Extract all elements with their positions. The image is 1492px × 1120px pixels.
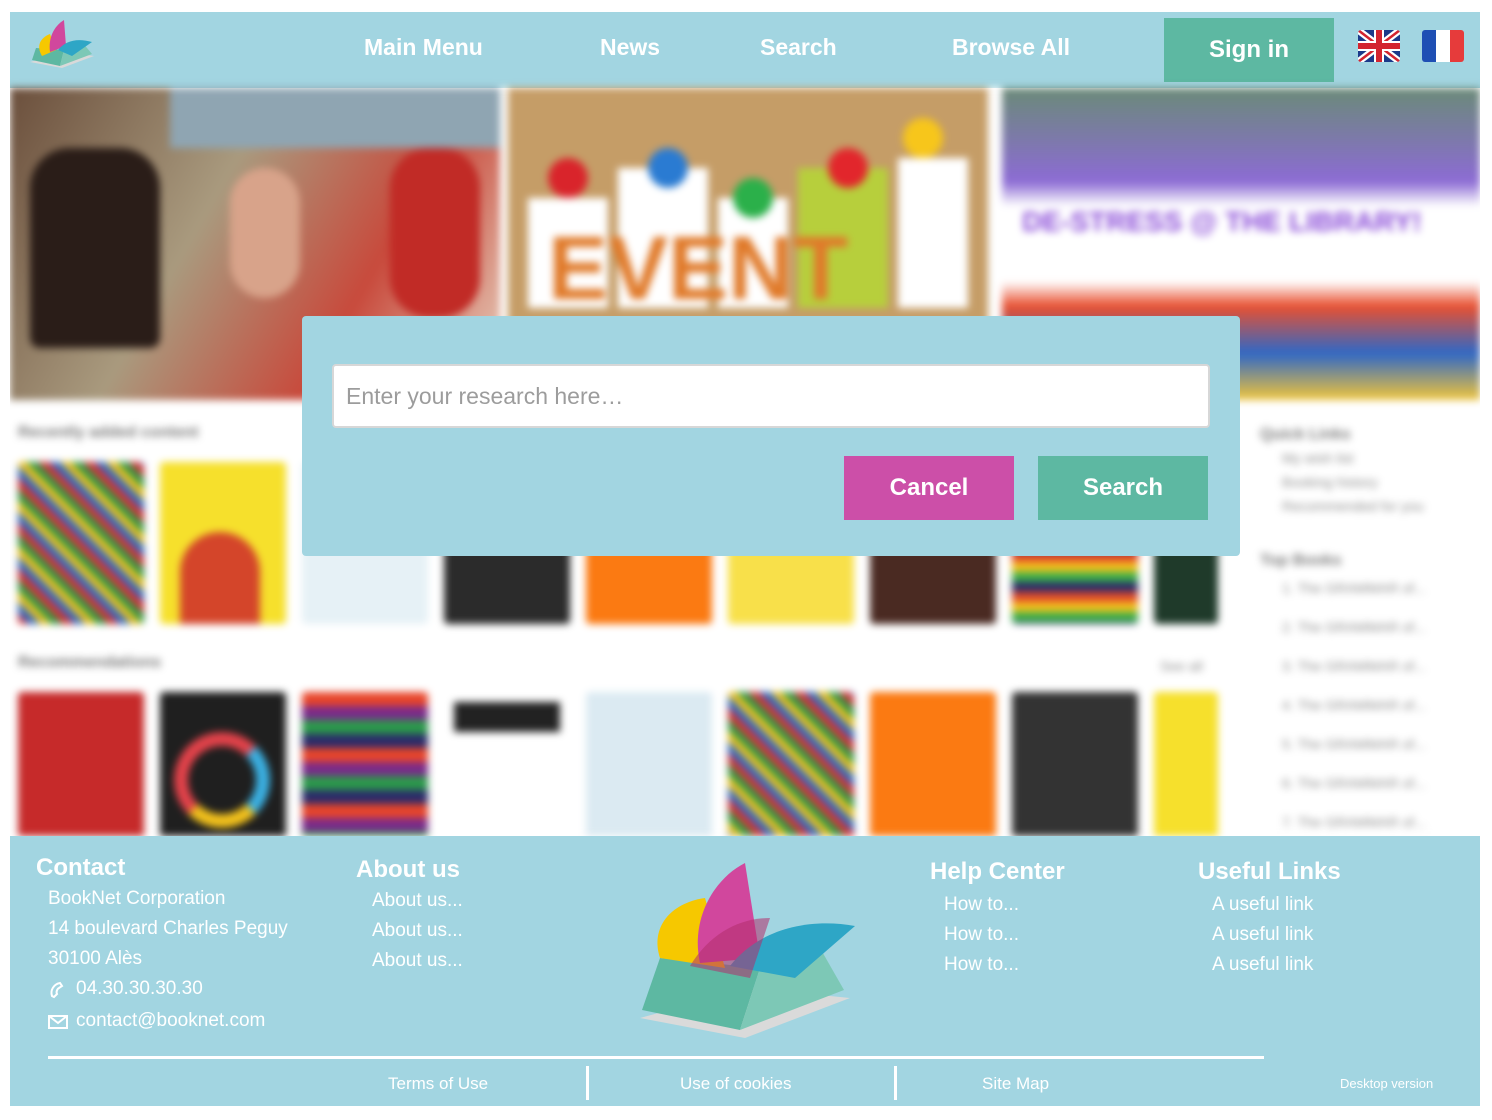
top-book-item[interactable]: 7. The GRAMMAR of...: [1282, 814, 1426, 830]
footer-useful-title: Useful Links: [1198, 858, 1341, 885]
uk-flag-icon[interactable]: [1358, 30, 1400, 62]
book-cover[interactable]: [160, 692, 286, 836]
nav-news[interactable]: News: [600, 34, 660, 61]
see-all-link[interactable]: See all: [1160, 658, 1203, 674]
book-cover[interactable]: [1012, 692, 1138, 836]
phone-icon: [50, 981, 64, 999]
footer-help-title: Help Center: [930, 858, 1065, 885]
footer-about-link[interactable]: About us...: [372, 890, 463, 912]
footer-separator: [894, 1066, 897, 1100]
footer-city: 30100 Alès: [48, 948, 143, 969]
top-book-item[interactable]: 6. The GRAMMAR of...: [1282, 775, 1426, 791]
footer-useful-link[interactable]: A useful link: [1212, 954, 1313, 976]
booknet-logo-large: [640, 863, 855, 1038]
footer-help-link[interactable]: How to...: [944, 954, 1019, 976]
footer-about-link[interactable]: About us...: [372, 920, 463, 942]
footer-about-title: About us: [356, 856, 460, 883]
terms-of-use-link[interactable]: Terms of Use: [388, 1074, 488, 1094]
use-of-cookies-link[interactable]: Use of cookies: [680, 1074, 792, 1094]
book-cover[interactable]: [18, 462, 144, 624]
top-book-item[interactable]: 5. The GRAMMAR of...: [1282, 736, 1426, 752]
france-flag-icon[interactable]: [1422, 30, 1464, 62]
footer-separator: [586, 1066, 589, 1100]
cancel-button[interactable]: Cancel: [844, 456, 1014, 520]
top-navbar: Main Menu News Search Browse All Sign in: [10, 12, 1480, 88]
quick-link[interactable]: Recommended for you: [1282, 498, 1424, 514]
quick-link[interactable]: Booking history: [1282, 474, 1378, 490]
booknet-logo[interactable]: [22, 16, 98, 80]
quick-links-title: Quick Links: [1260, 426, 1351, 443]
section-recent-title: Recently added content: [18, 424, 199, 441]
footer-phone[interactable]: 04.30.30.30.30: [76, 978, 203, 1000]
top-book-item[interactable]: 2. The GRAMMAR of...: [1282, 619, 1426, 635]
footer-company: BookNet Corporation: [48, 888, 226, 909]
nav-browse-all[interactable]: Browse All: [952, 34, 1070, 61]
nav-main-menu[interactable]: Main Menu: [364, 34, 483, 61]
desktop-version-link[interactable]: Desktop version: [1340, 1076, 1433, 1091]
book-cover[interactable]: [444, 692, 570, 836]
page-frame: Main Menu News Search Browse All Sign in: [10, 12, 1480, 1106]
search-button[interactable]: Search: [1038, 456, 1208, 520]
sign-in-button[interactable]: Sign in: [1164, 18, 1334, 82]
book-cover[interactable]: [728, 692, 854, 836]
book-cover[interactable]: [18, 692, 144, 836]
footer-help-link[interactable]: How to...: [944, 894, 1019, 916]
footer-divider: [48, 1056, 1264, 1059]
footer-useful-link[interactable]: A useful link: [1212, 894, 1313, 916]
email-icon: [48, 1015, 68, 1029]
nav-search[interactable]: Search: [760, 34, 837, 61]
book-cover[interactable]: [870, 692, 996, 836]
top-book-item[interactable]: 4. The GRAMMAR of...: [1282, 697, 1426, 713]
search-dialog: Cancel Search: [302, 316, 1240, 556]
top-book-item[interactable]: 3. The GRAMMAR of...: [1282, 658, 1426, 674]
quick-link[interactable]: My wish list: [1282, 450, 1354, 466]
book-cover[interactable]: [160, 462, 286, 624]
footer-help-link[interactable]: How to...: [944, 924, 1019, 946]
top-books-title: Top Books: [1260, 552, 1342, 569]
banner-destress-text: DE-STRESS @ THE LIBRARY!: [1022, 206, 1422, 237]
book-cover[interactable]: [302, 692, 428, 836]
top-book-item[interactable]: 1. The GRAMMAR of...: [1282, 580, 1426, 596]
search-input[interactable]: [332, 364, 1210, 428]
section-recommend-title: Recommendations: [18, 654, 162, 671]
footer-about-link[interactable]: About us...: [372, 950, 463, 972]
book-cover[interactable]: [586, 692, 712, 836]
footer-email[interactable]: contact@booknet.com: [76, 1010, 265, 1032]
footer-street: 14 boulevard Charles Peguy: [48, 918, 288, 939]
footer-contact-title: Contact: [36, 854, 126, 881]
footer-useful-link[interactable]: A useful link: [1212, 924, 1313, 946]
site-map-link[interactable]: Site Map: [982, 1074, 1049, 1094]
banner-event-text: EVENT: [548, 219, 849, 319]
book-cover[interactable]: [1154, 692, 1218, 836]
footer: Contact BookNet Corporation 14 boulevard…: [10, 836, 1480, 1106]
